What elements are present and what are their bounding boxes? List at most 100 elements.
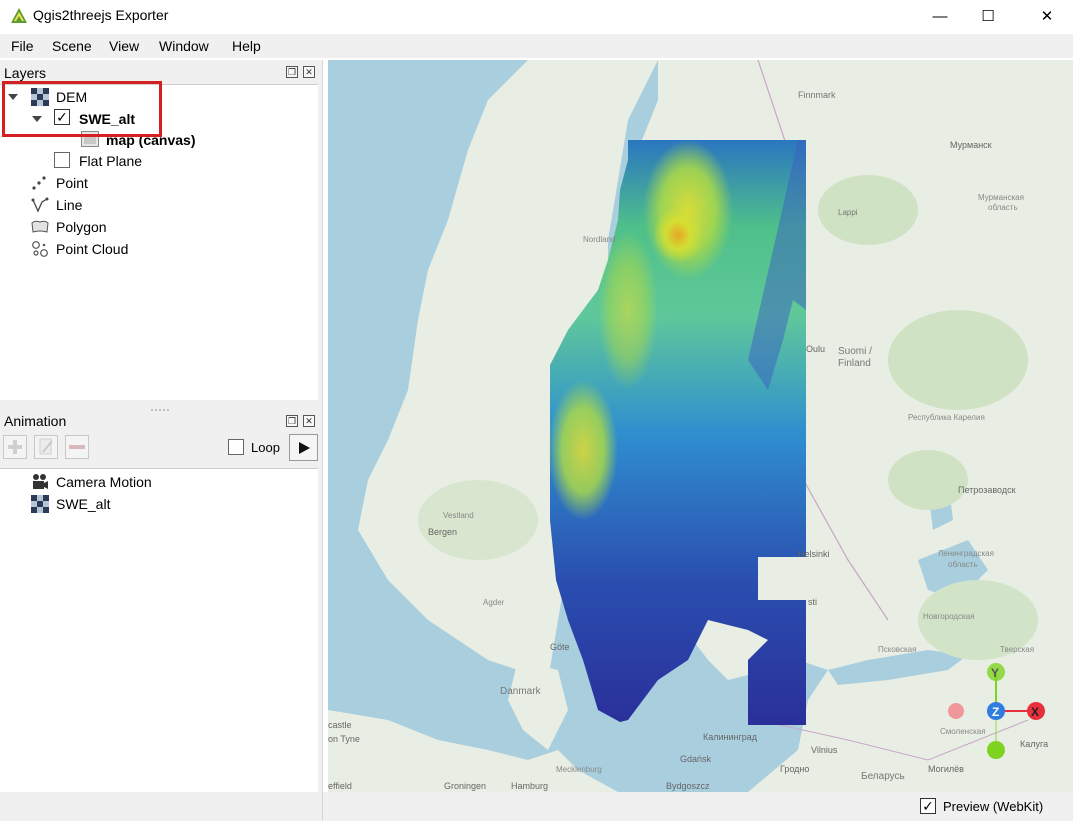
plus-icon [8, 440, 22, 454]
edit-keyframe-button[interactable] [34, 435, 58, 459]
map-label-effield: effield [328, 781, 352, 791]
selection-highlight [2, 81, 162, 137]
animation-label-swe-alt: SWE_alt [56, 496, 111, 512]
layer-group-point[interactable]: Point [31, 172, 88, 194]
loop-checkbox[interactable] [228, 439, 244, 455]
map-label-leningrad: Ленинградская [938, 549, 994, 558]
play-button[interactable] [289, 434, 318, 461]
remove-keyframe-button[interactable] [65, 435, 89, 459]
map-label-finnmark: Finnmark [798, 90, 836, 100]
point-icon [31, 174, 49, 192]
axis-negative-y-icon[interactable] [987, 741, 1005, 759]
map-preview[interactable]: Finnmark Мурманск Мурманская область Lap… [328, 60, 1073, 792]
map-label-on-tyne: on Tyne [328, 734, 360, 744]
window-title: Qgis2threejs Exporter [33, 7, 169, 23]
map-label-sti: sti [808, 597, 817, 607]
map-label-grodno: Гродно [780, 764, 809, 774]
maximize-icon: ☐ [981, 8, 995, 25]
map-label-mogilev: Могилёв [928, 764, 964, 774]
map-label-lappi: Lappi [838, 208, 858, 217]
map-label-novgorod: Новгородская [923, 612, 975, 621]
map-label-agder: Agder [483, 598, 505, 607]
close-button[interactable]: ✕ [1024, 0, 1070, 32]
map-label-oblast-1: область [988, 203, 1018, 212]
map-label-kaliningrad: Калининград [703, 732, 758, 742]
map-label-bydgoszcz: Bydgoszcz [666, 781, 710, 791]
axis-z-label: Z [992, 705, 999, 719]
layers-close-button[interactable]: ✕ [303, 66, 315, 78]
layers-panel-title: Layers [4, 65, 47, 81]
map-label-bergen: Bergen [428, 527, 457, 537]
map-label-nordland: Nordland [583, 235, 615, 244]
title-bar[interactable]: Qgis2threejs Exporter — ☐ ✕ [0, 0, 1073, 32]
layer-group-polygon[interactable]: Polygon [31, 216, 107, 238]
preview-checkbox[interactable]: ✓ [920, 798, 936, 814]
layers-float-button[interactable]: ❐ [286, 66, 298, 78]
animation-item-swe-alt[interactable]: SWE_alt [31, 493, 110, 515]
line-icon [31, 196, 49, 214]
menu-scene[interactable]: Scene [52, 38, 92, 54]
map-label-finland: Finland [838, 358, 871, 369]
float-icon: ❐ [287, 67, 297, 77]
layer-label-polygon: Polygon [56, 219, 107, 235]
play-icon [298, 441, 310, 454]
animation-tree [0, 468, 318, 792]
layer-label-flat-plane: Flat Plane [79, 153, 143, 169]
layer-group-line[interactable]: Line [31, 194, 82, 216]
animation-close-button[interactable]: ✕ [303, 415, 315, 427]
map-canvas: Finnmark Мурманск Мурманская область Lap… [328, 60, 1073, 792]
map-label-vestland: Vestland [443, 511, 474, 520]
camera-icon [31, 473, 49, 491]
menu-file[interactable]: File [11, 38, 34, 54]
float-icon: ❐ [287, 416, 297, 426]
menu-help[interactable]: Help [232, 38, 261, 54]
layer-label-point: Point [56, 175, 88, 191]
layer-label-point-cloud: Point Cloud [56, 241, 129, 257]
menu-bar: File Scene View Window Help [0, 34, 1073, 58]
map-label-danmark: Danmark [500, 686, 542, 697]
axis-negative-x-icon[interactable] [948, 703, 964, 719]
minus-icon [69, 445, 85, 449]
panel-splitter[interactable] [0, 400, 318, 411]
map-label-vilnius: Vilnius [811, 745, 838, 755]
menu-view[interactable]: View [109, 38, 139, 54]
map-label-suomi: Suomi / [838, 346, 872, 357]
map-label-groningen: Groningen [444, 781, 486, 791]
axis-y-label: Y [991, 666, 999, 680]
pencil-icon [39, 438, 53, 455]
status-bar: ✓ Preview (WebKit) [323, 792, 1073, 821]
layer-item-flat-plane[interactable]: Flat Plane [79, 150, 142, 172]
map-label-oulu: Oulu [806, 344, 825, 354]
map-label-castle: castle [328, 720, 352, 730]
maximize-button[interactable]: ☐ [965, 0, 1011, 32]
close-icon: ✕ [305, 416, 313, 426]
map-label-tver: Тверская [1000, 645, 1034, 654]
dem-icon [31, 495, 49, 513]
map-label-gdansk: Gdańsk [680, 754, 712, 764]
point-cloud-icon [31, 240, 49, 258]
map-label-gote: Göte [550, 642, 570, 652]
animation-item-camera-motion[interactable]: Camera Motion [31, 471, 152, 493]
layer-label-line: Line [56, 197, 83, 213]
close-icon: ✕ [1040, 8, 1054, 25]
map-label-hamburg: Hamburg [511, 781, 548, 791]
exporter-window: Qgis2threejs Exporter — ☐ ✕ File Scene V… [0, 0, 1073, 821]
map-label-kaluga: Калуга [1020, 739, 1048, 749]
minimize-button[interactable]: — [917, 0, 963, 32]
map-label-pskov: Псковская [878, 645, 916, 654]
menu-window[interactable]: Window [159, 38, 209, 54]
close-icon: ✕ [305, 67, 313, 77]
animation-float-button[interactable]: ❐ [286, 415, 298, 427]
minimize-icon: — [932, 7, 948, 25]
axis-x-label: X [1031, 705, 1039, 719]
polygon-icon [31, 218, 49, 236]
map-label-belarus: Беларусь [861, 771, 905, 782]
layer-group-point-cloud[interactable]: Point Cloud [31, 238, 128, 260]
flat-plane-checkbox[interactable] [54, 152, 70, 168]
animation-panel-title: Animation [4, 413, 67, 429]
map-label-mecklenburg: Mecklenburg [556, 765, 602, 774]
map-label-murmansk-oblast: Мурманская [978, 193, 1024, 202]
map-label-helsinki: Helsinki [798, 549, 830, 559]
add-keyframe-button[interactable] [3, 435, 27, 459]
map-label-smolensk: Смоленская [940, 727, 986, 736]
